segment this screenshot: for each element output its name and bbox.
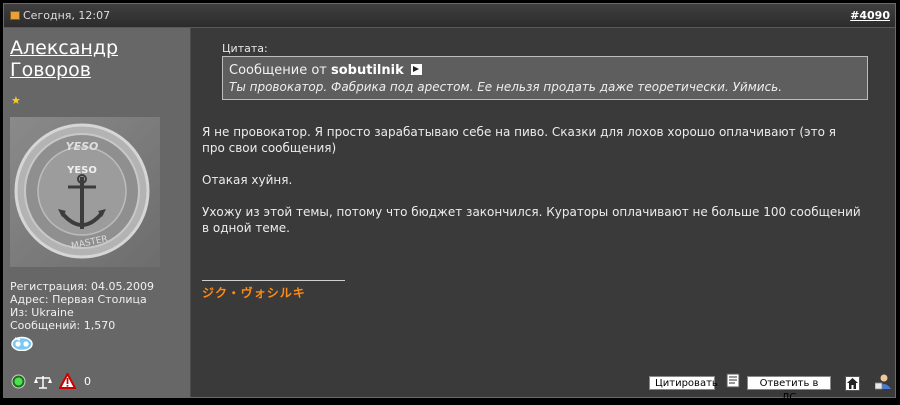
- user-info: Регистрация: 04.05.2009 Адрес: Первая Ст…: [10, 280, 154, 332]
- report-warning-icon[interactable]: [58, 371, 77, 392]
- user-address: Адрес: Первая Столица: [10, 293, 147, 306]
- rank-star-icon: ★: [11, 94, 21, 107]
- avatar: YESO YESO MASTER: [10, 117, 160, 267]
- forum-post: Сегодня, 12:07 #4090 Александр Говоров ★…: [3, 3, 896, 403]
- contact-icon[interactable]: [11, 335, 33, 354]
- username-link[interactable]: Александр Говоров: [10, 37, 180, 81]
- quote-button[interactable]: Цитировать: [649, 376, 718, 390]
- post-header: Сегодня, 12:07 #4090: [4, 4, 895, 28]
- reply-pm-button[interactable]: Ответить в ЛС: [747, 376, 831, 403]
- post-body: Я не провокатор. Я просто зарабатываю се…: [202, 124, 862, 252]
- quote-prefix: Сообщение от: [229, 63, 327, 78]
- message-count: Сообщений: 1,570: [10, 319, 116, 332]
- signature-divider: [202, 280, 345, 281]
- svg-text:YESO: YESO: [66, 140, 99, 153]
- zero-indicator-icon: 0: [84, 375, 91, 388]
- user-sidebar: Александр Говоров ★ YESO YESO MASTER Рег…: [4, 28, 191, 397]
- quote-text: Ты провокатор. Фабрика под арестом. Ее н…: [229, 80, 783, 94]
- registration-date: Регистрация: 04.05.2009: [10, 280, 154, 293]
- quote-author: sobutilnik: [331, 63, 404, 78]
- quote-block: Сообщение от sobutilnik Ты провокатор. Ф…: [222, 56, 868, 100]
- multiquote-icon[interactable]: [726, 373, 741, 392]
- post-paragraph: Отакая хуйня.: [202, 173, 293, 187]
- post-paragraph: Я не провокатор. Я просто зарабатываю се…: [202, 125, 837, 155]
- quote-label: Цитата:: [222, 42, 268, 55]
- post-content: Цитата: Сообщение от sobutilnik Ты прово…: [198, 28, 893, 403]
- post-paragraph: Ухожу из этой темы, потому что бюджет за…: [202, 205, 861, 235]
- home-icon[interactable]: [845, 376, 860, 394]
- scales-icon[interactable]: [33, 374, 53, 393]
- quote-header: Сообщение от sobutilnik: [229, 62, 861, 79]
- post-number-link[interactable]: #4090: [850, 9, 890, 22]
- user-location: Из: Ukraine: [10, 306, 74, 319]
- user-profile-icon[interactable]: [874, 373, 892, 393]
- signature: ジク・ヴォシルキ: [202, 286, 306, 300]
- online-status-icon: [11, 374, 26, 392]
- goto-post-icon[interactable]: [410, 64, 422, 75]
- folder-icon: [10, 11, 20, 20]
- post-date: Сегодня, 12:07: [23, 9, 111, 22]
